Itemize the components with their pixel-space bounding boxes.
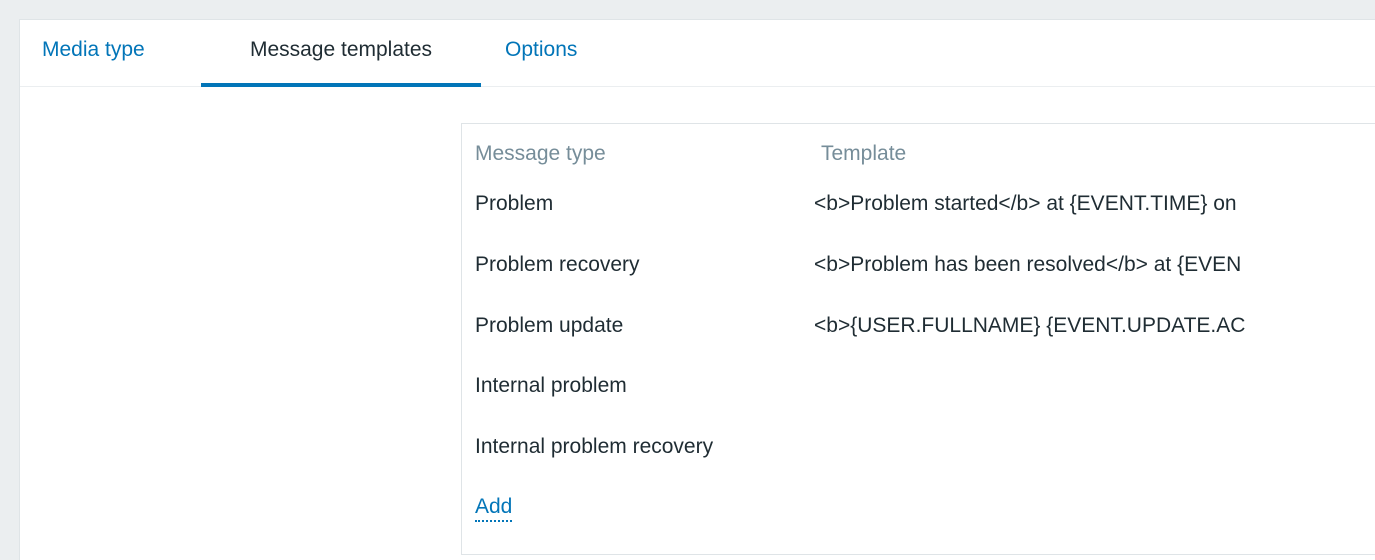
table-row: Internal problem	[462, 374, 1375, 414]
message-type-cell: Internal problem recovery	[475, 435, 714, 458]
message-type-cell: Problem recovery	[475, 253, 640, 276]
message-type-cell: Problem	[475, 192, 554, 215]
media-type-form: Media type Message templates Options Mes…	[19, 19, 1375, 560]
table-row: Problem update <b>{USER.FULLNAME} {EVENT…	[462, 314, 1375, 354]
tab-message-templates[interactable]: Message templates	[201, 20, 481, 87]
message-type-cell: Internal problem	[475, 374, 627, 397]
tab-media-type[interactable]: Media type	[42, 20, 180, 86]
column-header-template: Template	[821, 142, 907, 165]
table-row: Problem recovery <b>Problem has been res…	[462, 253, 1375, 293]
tab-options[interactable]: Options	[505, 20, 605, 86]
message-type-cell: Problem update	[475, 314, 624, 337]
template-cell: <b>{USER.FULLNAME} {EVENT.UPDATE.AC	[814, 314, 1246, 337]
message-templates-table: Message type Template Problem <b>Problem…	[461, 123, 1375, 555]
tab-bar: Media type Message templates Options	[20, 20, 1375, 87]
column-header-message-type: Message type	[475, 142, 606, 165]
template-cell: <b>Problem has been resolved</b> at {EVE…	[814, 253, 1242, 276]
add-template-link[interactable]: Add	[475, 494, 513, 522]
template-cell: <b>Problem started</b> at {EVENT.TIME} o…	[814, 192, 1237, 215]
table-row: Internal problem recovery	[462, 435, 1375, 475]
table-row: Problem <b>Problem started</b> at {EVENT…	[462, 192, 1375, 232]
